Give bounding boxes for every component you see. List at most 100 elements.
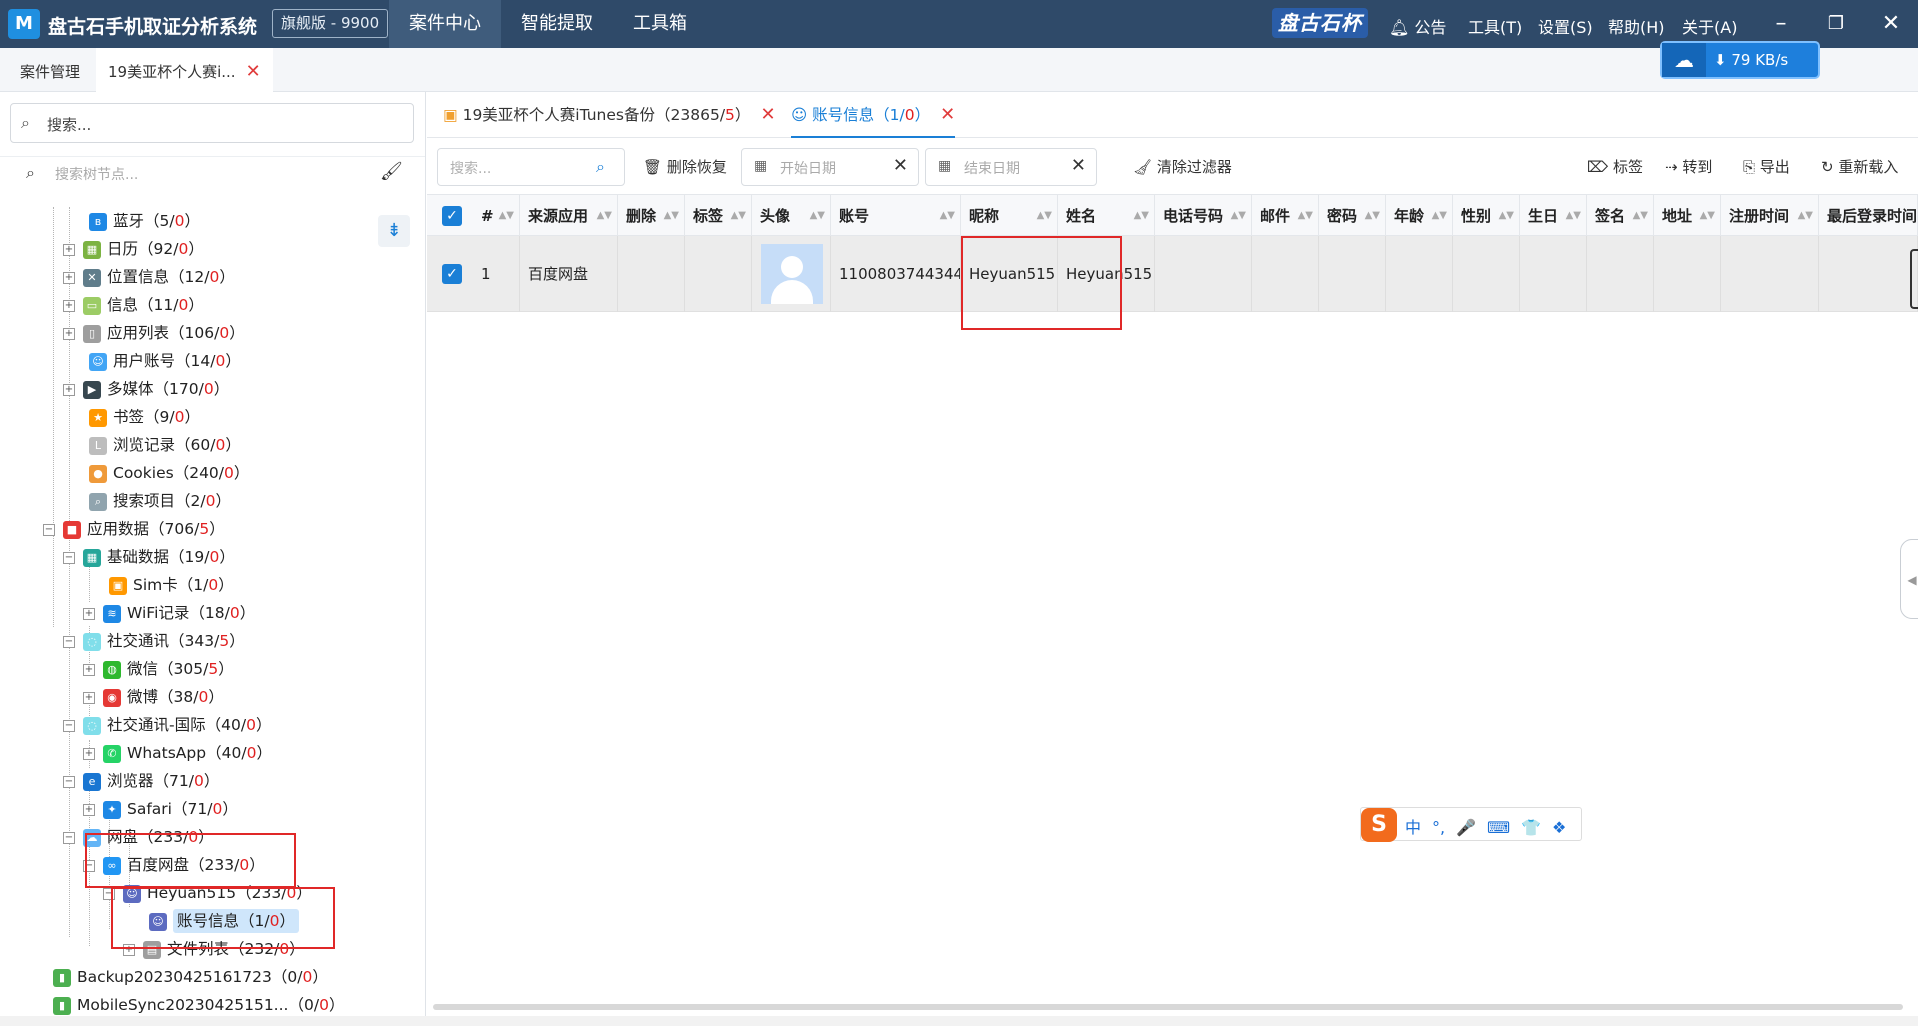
close-tab-icon[interactable]: ✕ — [940, 104, 955, 125]
brush-icon[interactable]: 🖌︎ — [380, 161, 403, 182]
column-header[interactable]: 性别 ▲▼ — [1453, 195, 1520, 237]
column-header[interactable]: 昵称 ▲▼ — [961, 195, 1058, 237]
column-header[interactable]: 密码 ▲▼ — [1319, 195, 1386, 237]
reload-button[interactable]: ↻ 重新载入 — [1821, 156, 1898, 177]
tree-node[interactable]: + ▭ 信息（11/0） — [63, 291, 204, 319]
collapse-icon[interactable]: − — [63, 831, 75, 844]
ime-toolbar[interactable]: S 中 °, 🎤 ⌨ 👕 ❖ — [1360, 807, 1582, 842]
column-header[interactable]: 最后登录时间 — [1819, 195, 1918, 237]
delete-restore-button[interactable]: 🗑︎ 删除恢复 — [643, 156, 727, 177]
tree-node[interactable]: − ■ 应用数据（706/5） — [43, 515, 225, 543]
microphone-icon[interactable]: 🎤 — [1456, 818, 1476, 837]
column-header[interactable]: 生日 ▲▼ — [1520, 195, 1587, 237]
column-header[interactable]: 邮件 ▲▼ — [1252, 195, 1319, 237]
tree-node[interactable]: + ◉ 微博（38/0） — [83, 683, 224, 711]
expand-icon[interactable]: + — [83, 747, 95, 760]
expand-icon[interactable]: + — [63, 243, 75, 256]
tree-node[interactable]: + ◍ 微信（305/5） — [83, 655, 234, 683]
tree-node[interactable]: ʙ 蓝牙（5/0） — [69, 207, 200, 235]
tree-node[interactable]: ▣ Sim卡（1/0） — [89, 571, 234, 599]
tree-node[interactable]: + ✆ WhatsApp（40/0） — [83, 739, 272, 767]
close-icon[interactable]: ✕ — [1877, 10, 1905, 38]
column-header[interactable]: 头像 ▲▼ — [752, 195, 831, 237]
tree-node[interactable]: − ◌ 社交通讯-国际（40/0） — [63, 711, 271, 739]
tab-current-case[interactable]: 19美亚杯个人赛i... ✕ — [96, 48, 273, 92]
close-tab-icon[interactable]: ✕ — [760, 104, 775, 125]
horizontal-scrollbar[interactable] — [433, 1004, 1903, 1010]
clear-icon[interactable]: ✕ — [1071, 155, 1086, 176]
grid-search-input[interactable]: 搜索... ⌕ — [437, 148, 625, 186]
column-header[interactable]: 标签 ▲▼ — [685, 195, 752, 237]
clear-icon[interactable]: ✕ — [893, 155, 908, 176]
column-header[interactable]: # ▲▼ — [473, 195, 520, 237]
collapse-icon[interactable]: − — [63, 719, 75, 732]
select-all-checkbox[interactable]: ✓ — [442, 206, 462, 226]
row-checkbox[interactable]: ✓ — [442, 264, 462, 284]
column-header[interactable]: 姓名 ▲▼ — [1058, 195, 1155, 237]
column-header[interactable]: 删除 ▲▼ — [618, 195, 685, 237]
tree-node[interactable]: − ◌ 社交通讯（343/5） — [63, 627, 245, 655]
nav-smart-extract[interactable]: 智能提取 — [501, 0, 613, 48]
column-header[interactable]: 来源应用 ▲▼ — [520, 195, 618, 237]
expand-icon[interactable]: + — [83, 803, 95, 816]
nav-case-center[interactable]: 案件中心 — [389, 0, 501, 48]
tree-node[interactable]: + ▯ 应用列表（106/0） — [63, 319, 245, 347]
column-header[interactable]: 签名 ▲▼ — [1587, 195, 1654, 237]
avatar[interactable] — [761, 244, 823, 304]
skin-icon[interactable]: 👕 — [1521, 818, 1541, 837]
column-header[interactable]: 账号 ▲▼ — [831, 195, 961, 237]
end-date-input[interactable]: ▦ 结束日期 ✕ — [925, 148, 1097, 186]
collapse-icon[interactable]: − — [63, 775, 75, 788]
cell-avatar[interactable] — [752, 236, 831, 312]
close-tab-icon[interactable]: ✕ — [246, 61, 261, 82]
tab-account-info[interactable]: ☺ 账号信息（1/0） ✕ — [791, 92, 956, 138]
table-row[interactable]: ✓ 1 百度网盘 1100803744344 Heyuan515 Heyuan5… — [427, 236, 1918, 312]
collapse-icon[interactable]: − — [43, 523, 55, 536]
menu-help[interactable]: 帮助(H) — [1608, 14, 1665, 38]
export-button[interactable]: ⎘ 导出 — [1743, 156, 1790, 177]
side-panel-handle[interactable]: ◀ — [1900, 539, 1918, 619]
tree-node[interactable]: + ≋ WiFi记录（18/0） — [83, 599, 255, 627]
expand-icon[interactable]: + — [63, 271, 75, 284]
baidu-speed-widget[interactable]: ☁ ⬇ 79 KB/s — [1660, 41, 1820, 79]
tree-node[interactable]: ▮ Backup20230425161723（0/0） — [33, 963, 328, 991]
start-date-input[interactable]: ▦ 开始日期 ✕ — [741, 148, 919, 186]
column-header[interactable]: 年龄 ▲▼ — [1386, 195, 1453, 237]
keyboard-icon[interactable]: ⌨ — [1487, 818, 1510, 837]
collapse-all-icon[interactable]: ⇟ — [378, 215, 410, 247]
tree-node[interactable]: − ▦ 基础数据（19/0） — [63, 543, 235, 571]
tree-node[interactable]: + ▶ 多媒体（170/0） — [63, 375, 229, 403]
tab-itunes-backup[interactable]: ▣ 19美亚杯个人赛iTunes备份（23865/5） ✕ — [443, 92, 776, 138]
menu-tools[interactable]: 工具(T) — [1468, 14, 1522, 38]
tree-node[interactable]: ⌕ 搜索项目（2/0） — [69, 487, 231, 515]
ime-punctuation-icon[interactable]: °, — [1432, 818, 1445, 837]
notice-button[interactable]: 🔔︎ 公告 — [1389, 14, 1446, 38]
tree-node[interactable]: − e 浏览器（71/0） — [63, 767, 219, 795]
expand-icon[interactable]: + — [83, 607, 95, 620]
expand-icon[interactable]: + — [83, 691, 95, 704]
tree-node[interactable]: L 浏览记录（60/0） — [69, 431, 241, 459]
collapse-icon[interactable]: − — [63, 551, 75, 564]
expand-icon[interactable]: + — [83, 663, 95, 676]
collapse-icon[interactable]: − — [63, 635, 75, 648]
expand-icon[interactable]: + — [63, 383, 75, 396]
clear-filter-button[interactable]: 🧹︎ 清除过滤器 — [1133, 156, 1232, 177]
nav-toolbox[interactable]: 工具箱 — [613, 0, 707, 48]
minimize-icon[interactable]: – — [1767, 10, 1795, 38]
column-header[interactable]: 地址 ▲▼ — [1654, 195, 1721, 237]
expand-icon[interactable]: + — [63, 327, 75, 340]
restore-icon[interactable]: ❐ — [1822, 10, 1850, 38]
tree-node[interactable]: ☺ 用户账号（14/0） — [69, 347, 241, 375]
goto-button[interactable]: ⇢ 转到 — [1665, 156, 1712, 177]
menu-about[interactable]: 关于(A) — [1682, 14, 1737, 38]
tree-node[interactable]: + ▦ 日历（92/0） — [63, 235, 204, 263]
column-header[interactable]: 注册时间 ▲▼ — [1721, 195, 1819, 237]
tree-node[interactable]: ★ 书签（9/0） — [69, 403, 200, 431]
tree-node[interactable]: ● Cookies（240/0） — [69, 459, 249, 487]
ime-chinese-mode[interactable]: 中 — [1405, 818, 1421, 837]
tree-node[interactable]: + ✕ 位置信息（12/0） — [63, 263, 235, 291]
vertical-scrollbar[interactable] — [1910, 249, 1918, 309]
column-header[interactable]: 电话号码 ▲▼ — [1155, 195, 1252, 237]
toolbox-icon[interactable]: ❖ — [1552, 818, 1566, 837]
tree-node[interactable]: ▮ MobileSync20230425151...（0/0） — [33, 991, 344, 1019]
